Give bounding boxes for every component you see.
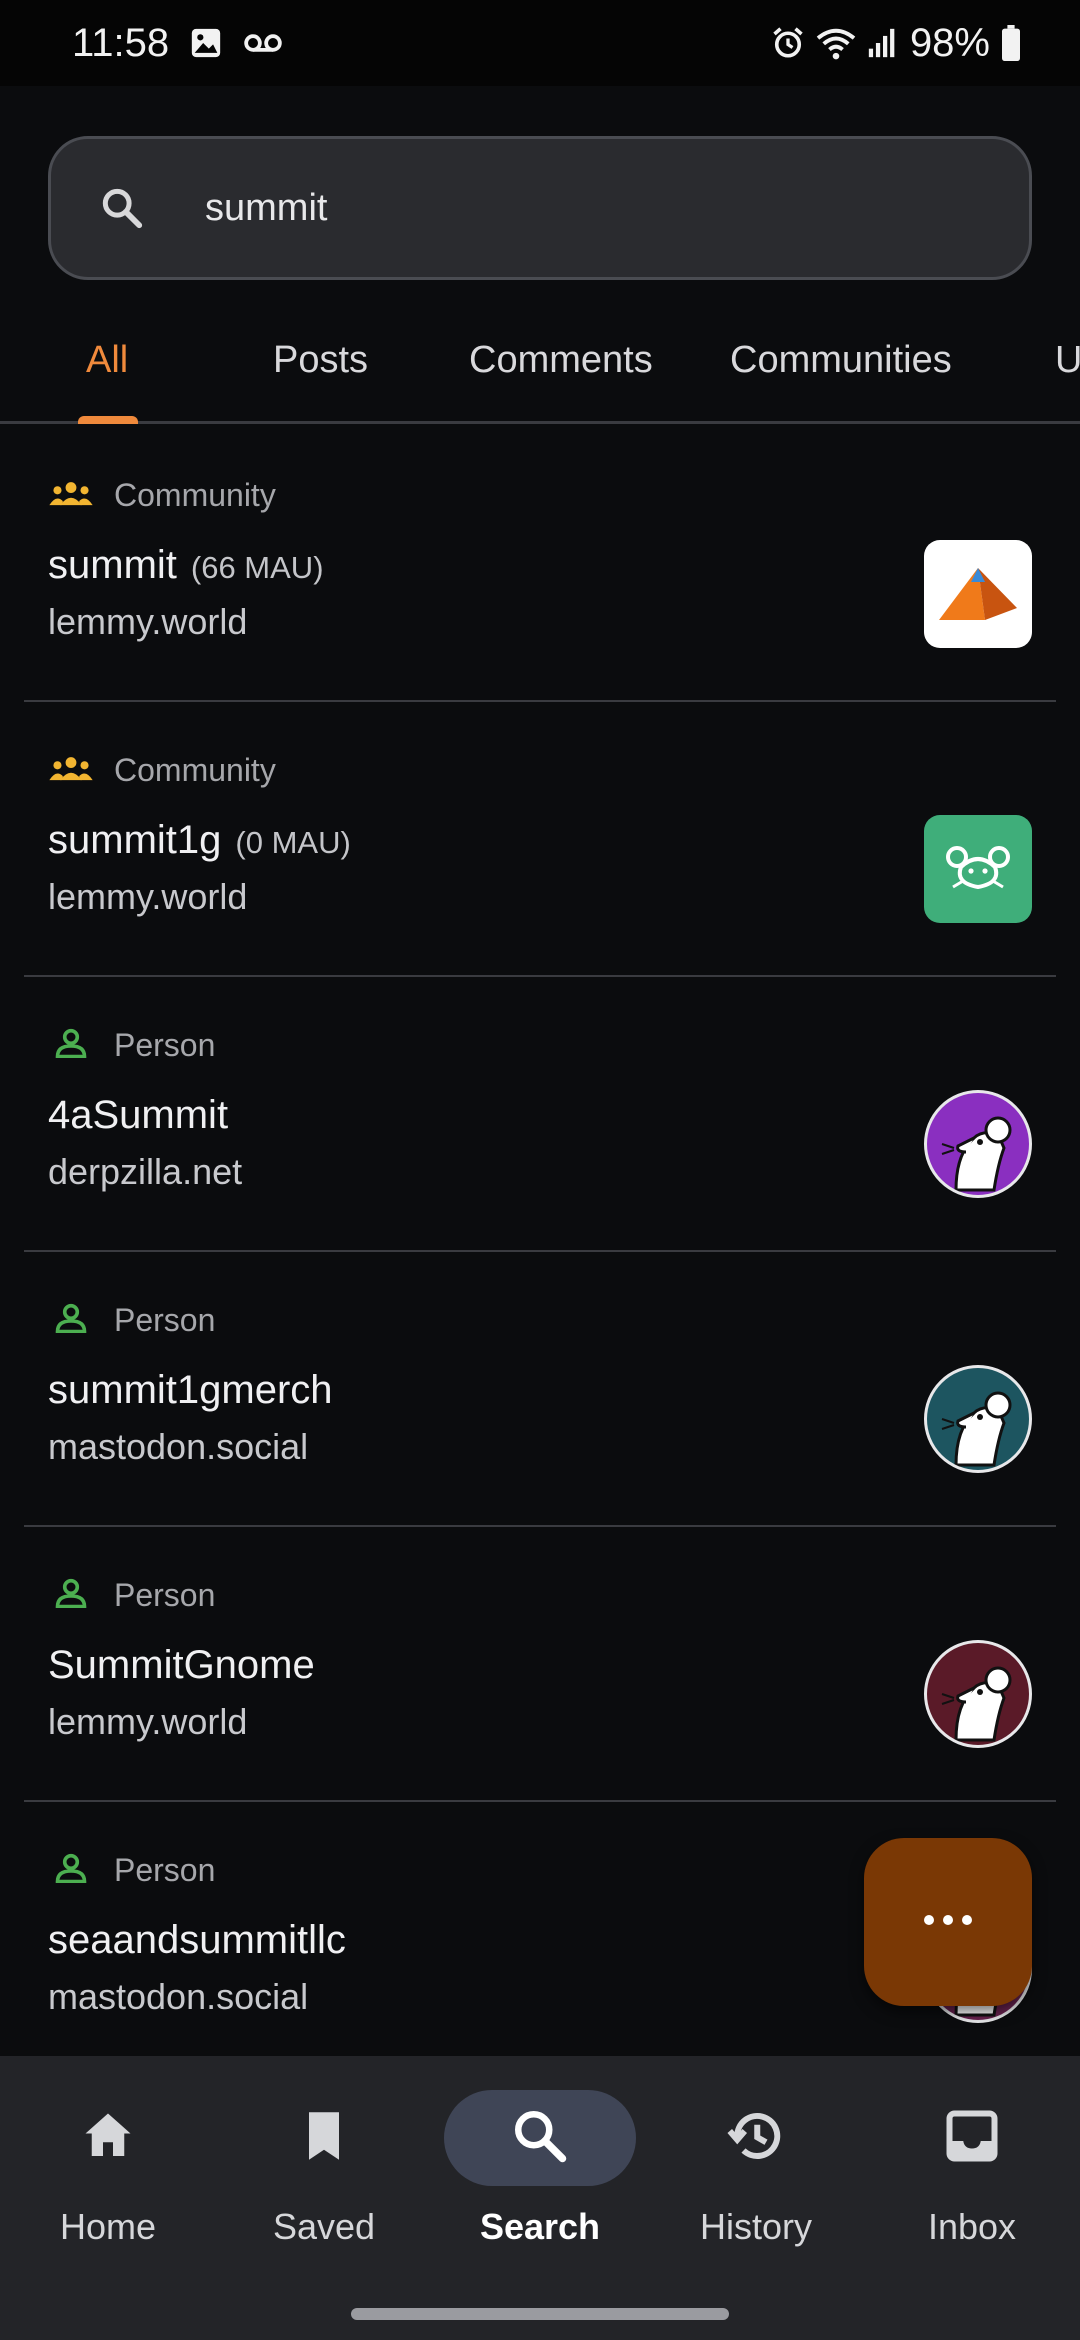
search-bar[interactable] [48, 136, 1032, 280]
result-instance: lemmy.world [48, 876, 248, 917]
nav-label: Home [59, 2206, 157, 2247]
nav-search[interactable]: Search [432, 2090, 648, 2290]
rat-avatar-icon [924, 1365, 1032, 1473]
person-icon [48, 1028, 94, 1063]
tab-communities[interactable]: Communities [730, 300, 952, 421]
battery-percent: 98% [909, 20, 990, 65]
bottom-navigation: Home Saved Search History Inbox [0, 2056, 1080, 2340]
rat-avatar-icon [924, 1640, 1032, 1748]
lemmy-mouse-logo-icon [924, 815, 1032, 923]
search-results-list: Community summit (66 MAU) lemmy.world Co… [0, 427, 1080, 2057]
result-item[interactable]: Person summit1gmerch mastodon.social [24, 1252, 1056, 1527]
result-tabs: All Posts Comments Communities U [0, 300, 1080, 424]
nav-label: Search [479, 2206, 601, 2247]
result-instance: lemmy.world [48, 1701, 248, 1742]
bookmark-icon [294, 2106, 354, 2171]
result-name: summit [48, 543, 177, 587]
result-mau: (66 MAU) [190, 550, 324, 585]
result-name: SummitGnome [48, 1643, 315, 1687]
result-item[interactable]: Person 4aSummit derpzilla.net [24, 977, 1056, 1252]
result-instance: mastodon.social [48, 1976, 309, 2017]
result-type-label: Community [114, 752, 276, 788]
battery-icon [1000, 25, 1022, 61]
result-type-label: Person [114, 1852, 216, 1888]
nav-label: History [699, 2206, 812, 2247]
nav-label: Inbox [927, 2206, 1017, 2247]
home-icon [78, 2106, 138, 2171]
more-horizontal-icon [922, 1913, 974, 1932]
nav-label: Saved [272, 2206, 376, 2247]
result-type-label: Person [114, 1302, 216, 1338]
search-icon [99, 185, 145, 231]
result-item[interactable]: Community summit1g (0 MAU) lemmy.world [24, 702, 1056, 977]
gallery-notification-icon [189, 26, 223, 60]
result-instance: mastodon.social [48, 1426, 309, 1467]
search-icon [510, 2106, 570, 2171]
inbox-icon [942, 2106, 1002, 2171]
result-item[interactable]: Person SummitGnome lemmy.world [24, 1527, 1056, 1802]
result-instance: lemmy.world [48, 601, 248, 642]
person-icon [48, 1303, 94, 1338]
voicemail-icon [243, 28, 283, 58]
person-icon [48, 1853, 94, 1888]
result-name: seaandsummitllc [48, 1918, 346, 1962]
nav-history[interactable]: History [648, 2090, 864, 2290]
result-type-label: Community [114, 477, 276, 513]
search-input[interactable] [205, 186, 905, 230]
rat-avatar-icon [924, 1090, 1032, 1198]
tab-users[interactable]: U [1055, 300, 1080, 421]
community-icon [48, 479, 94, 512]
signal-icon [866, 26, 900, 60]
result-name: summit1gmerch [48, 1368, 333, 1412]
wifi-icon [816, 25, 856, 61]
result-name: summit1g [48, 818, 222, 862]
result-mau: (0 MAU) [235, 825, 351, 860]
tab-posts[interactable]: Posts [273, 300, 368, 421]
alarm-icon [770, 25, 806, 61]
more-actions-fab[interactable] [864, 1838, 1032, 2006]
result-instance: derpzilla.net [48, 1151, 243, 1192]
nav-home[interactable]: Home [0, 2090, 216, 2290]
result-name: 4aSummit [48, 1093, 229, 1137]
tab-comments[interactable]: Comments [469, 300, 653, 421]
nav-saved[interactable]: Saved [216, 2090, 432, 2290]
gesture-home-indicator[interactable] [351, 2308, 729, 2320]
status-time: 11:58 [72, 20, 170, 65]
result-item[interactable]: Community summit (66 MAU) lemmy.world [24, 427, 1056, 702]
history-icon [726, 2106, 786, 2171]
status-bar: 11:58 98% [0, 0, 1080, 86]
result-type-label: Person [114, 1027, 216, 1063]
active-tab-indicator [78, 416, 138, 424]
pyramid-logo-icon [924, 540, 1032, 648]
tab-all[interactable]: All [86, 300, 128, 421]
nav-inbox[interactable]: Inbox [864, 2090, 1080, 2290]
result-type-label: Person [114, 1577, 216, 1613]
community-icon [48, 754, 94, 787]
person-icon [48, 1578, 94, 1613]
